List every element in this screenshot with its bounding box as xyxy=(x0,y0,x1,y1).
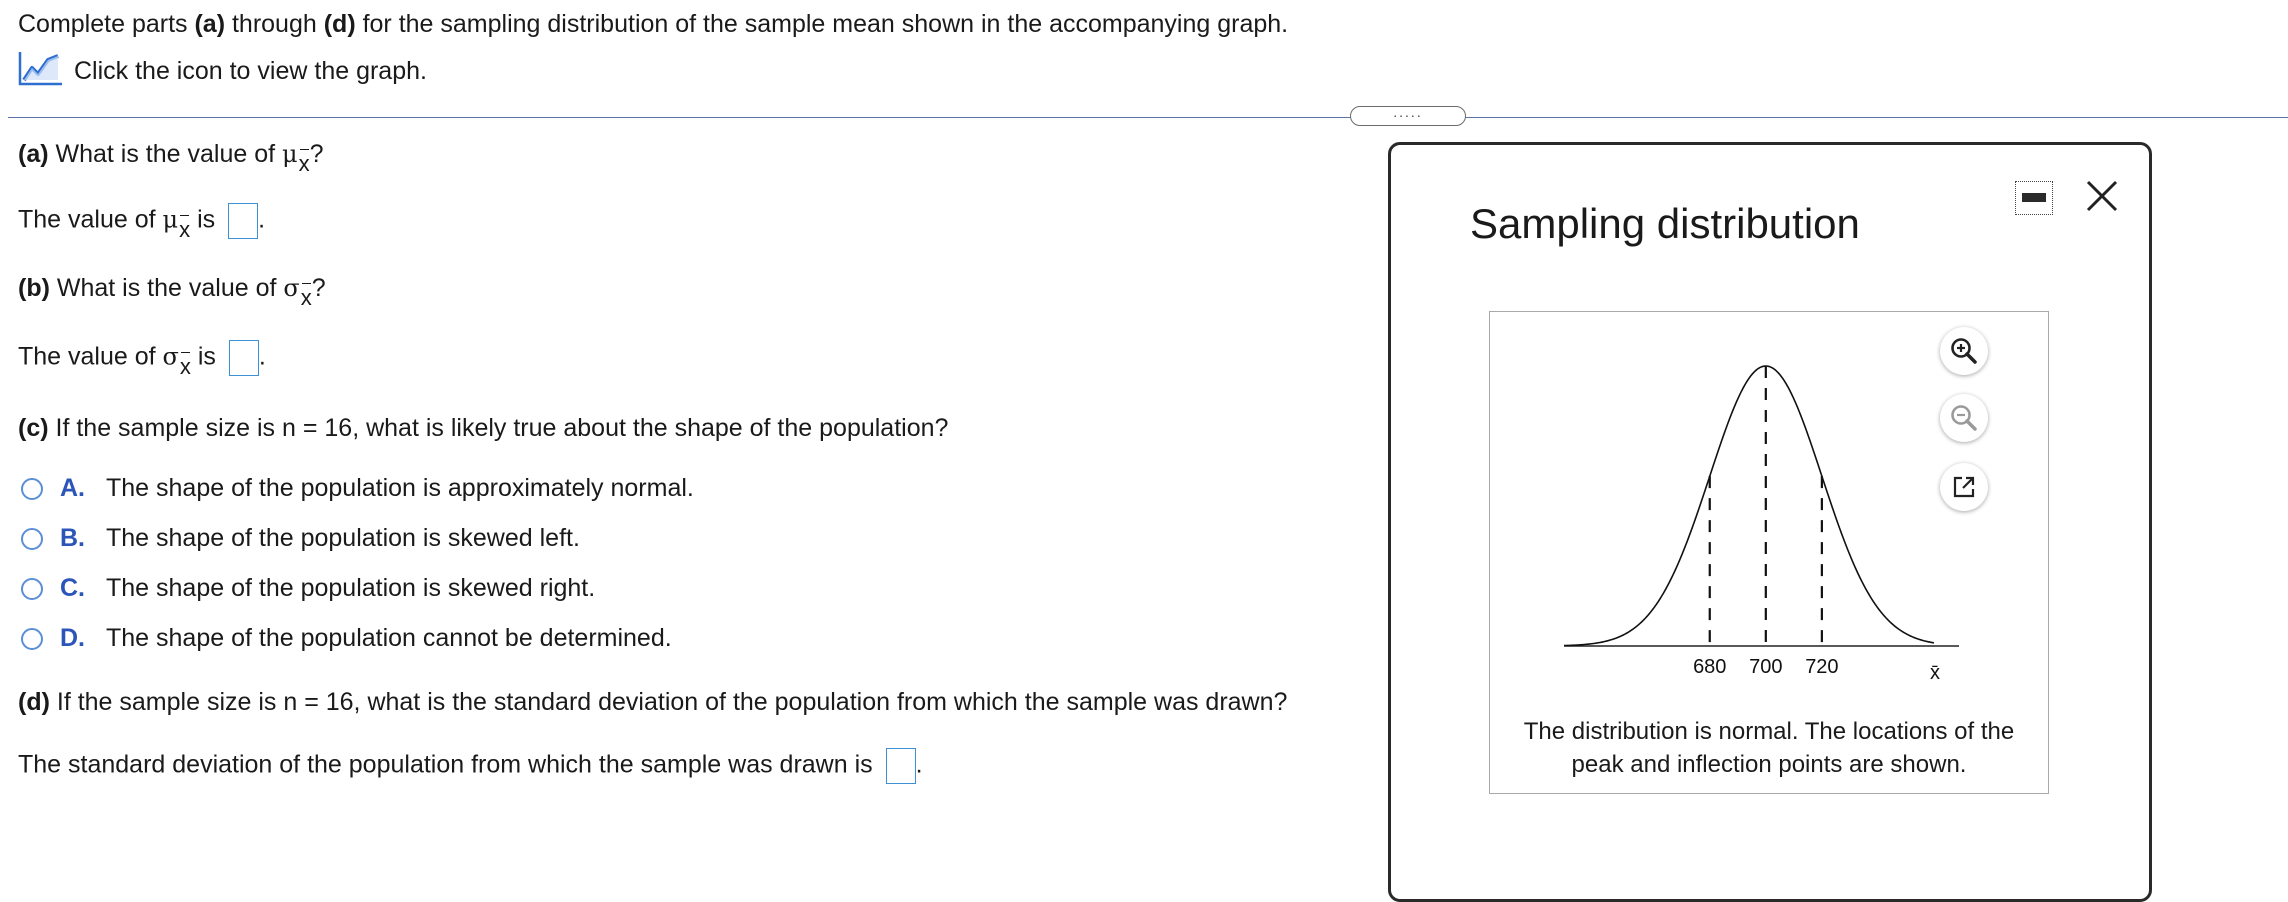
period: . xyxy=(258,205,266,234)
part-a-answer-text: The value of xyxy=(18,205,163,234)
part-d-answer-text: The standard deviation of the population… xyxy=(18,750,873,779)
option-d-text: The shape of the population cannot be de… xyxy=(106,624,672,652)
part-d-question-text: If the sample size is n = 16, what is th… xyxy=(49,688,1288,716)
part-a-question: (a) What is the value of μx? xyxy=(18,140,324,176)
xbar-subscript: x xyxy=(179,351,191,379)
zoom-out-icon[interactable] xyxy=(1940,394,1988,442)
part-a-question-mark: ? xyxy=(309,140,324,168)
part-b-question-mark: ? xyxy=(311,274,326,302)
instructions-text: Complete parts xyxy=(18,10,195,38)
option-d-radio[interactable] xyxy=(21,628,43,650)
part-b-question: (b) What is the value of σx? xyxy=(18,274,326,310)
part-d-question: (d) If the sample size is n = 16, what i… xyxy=(18,688,1287,717)
part-a-answer-line: The value of μx is . xyxy=(18,203,266,242)
instructions-text-end: for the sampling distribution of the sam… xyxy=(355,10,1289,38)
part-b-answer-text: The value of xyxy=(18,342,163,371)
mu-symbol: μ xyxy=(162,205,179,234)
part-a-label: (a) xyxy=(18,140,49,168)
part-b-question-text: What is the value of xyxy=(49,274,284,302)
sigma-symbol: σ xyxy=(162,342,179,371)
instructions-line: Complete parts (a) through (d) for the s… xyxy=(18,10,1288,39)
view-graph-link[interactable]: Click the icon to view the graph. xyxy=(18,50,427,93)
option-c-radio[interactable] xyxy=(21,578,43,600)
tick-label-720: 720 xyxy=(1805,656,1838,678)
part-a-is-text: is xyxy=(190,205,216,234)
part-b-answer-input[interactable] xyxy=(228,340,259,376)
minimize-icon[interactable] xyxy=(2015,181,2053,215)
close-icon[interactable] xyxy=(2082,176,2122,216)
section-divider xyxy=(8,117,2288,118)
option-c-letter: C. xyxy=(60,574,85,602)
part-d-answer-input[interactable] xyxy=(885,748,916,784)
view-graph-text: Click the icon to view the graph. xyxy=(74,57,427,85)
part-d-ref: (d) xyxy=(323,10,356,38)
divider-drag-handle[interactable]: ..... xyxy=(1350,104,1466,126)
part-b-label: (b) xyxy=(18,274,50,302)
popout-icon[interactable] xyxy=(1940,463,1988,511)
part-b-answer-line: The value of σx is . xyxy=(18,340,266,379)
instructions-text-mid: through xyxy=(225,10,324,38)
drag-handle-dots: ..... xyxy=(1393,104,1423,120)
caption-line-1: The distribution is normal. The location… xyxy=(1523,718,2015,745)
xbar-subscript: x xyxy=(179,214,191,242)
part-c-question-text: If the sample size is n = 16, what is li… xyxy=(48,414,949,442)
option-c-text: The shape of the population is skewed ri… xyxy=(106,574,596,602)
part-a-question-text: What is the value of xyxy=(48,140,283,168)
option-b-text: The shape of the population is skewed le… xyxy=(106,524,580,552)
option-b-letter: B. xyxy=(60,524,85,552)
option-a-text: The shape of the population is approxima… xyxy=(106,474,694,502)
line-graph-icon[interactable] xyxy=(18,50,64,93)
normal-curve xyxy=(1563,365,1935,647)
sigma-symbol: σ xyxy=(283,274,300,302)
option-b-radio[interactable] xyxy=(21,528,43,550)
popup-title: Sampling distribution xyxy=(1470,200,1860,247)
part-c-label: (c) xyxy=(18,414,49,442)
xbar-subscript: x xyxy=(298,149,310,176)
option-a-radio[interactable] xyxy=(21,478,43,500)
tick-label-680: 680 xyxy=(1693,656,1726,678)
part-c-question: (c) If the sample size is n = 16, what i… xyxy=(18,414,948,443)
part-b-is-text: is xyxy=(190,342,216,371)
part-a-answer-input[interactable] xyxy=(228,203,259,239)
option-a-letter: A. xyxy=(60,474,85,502)
tick-label-700: 700 xyxy=(1749,656,1782,678)
option-d-letter: D. xyxy=(60,624,85,652)
mu-symbol: μ xyxy=(282,140,298,168)
graph-caption: The distribution is normal. The location… xyxy=(1489,715,2049,781)
part-a-ref: (a) xyxy=(194,10,226,38)
xbar-subscript: x xyxy=(300,283,312,310)
part-d-label: (d) xyxy=(18,688,50,716)
period: . xyxy=(258,342,266,371)
period: . xyxy=(915,750,923,779)
caption-line-2: peak and inflection points are shown. xyxy=(1571,751,1967,778)
part-d-answer-line: The standard deviation of the population… xyxy=(18,748,923,784)
zoom-in-icon[interactable] xyxy=(1940,327,1988,375)
x-axis-label: x̄ xyxy=(1930,662,1940,684)
